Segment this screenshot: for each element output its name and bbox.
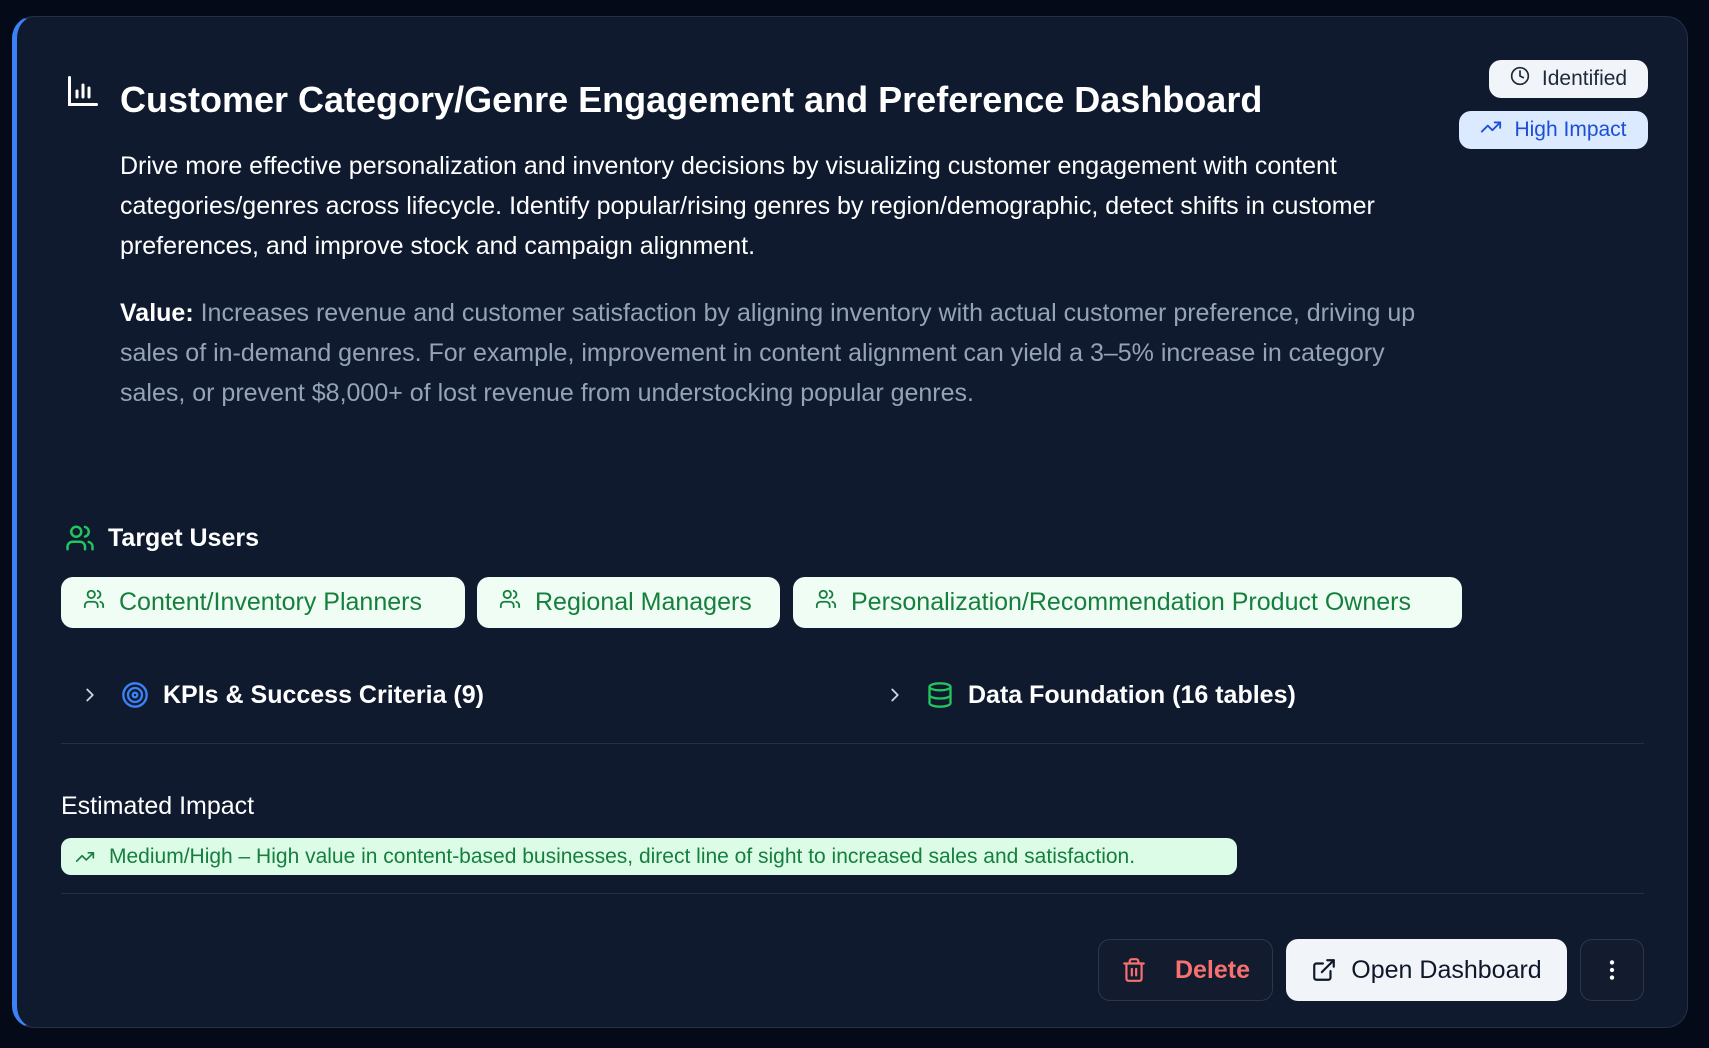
impact-badge-label: High Impact	[1514, 118, 1627, 141]
user-icon	[815, 588, 837, 617]
value-statement: Value: Increases revenue and customer sa…	[120, 293, 1450, 413]
status-badge-label: Identified	[1541, 67, 1628, 90]
divider	[61, 743, 1644, 744]
more-vertical-icon	[1599, 957, 1625, 983]
data-foundation-toggle[interactable]: Data Foundation (16 tables)	[884, 677, 1296, 713]
user-icon	[499, 588, 521, 617]
trash-icon	[1121, 957, 1147, 983]
estimated-impact-pill: Medium/High – High value in content-base…	[61, 838, 1237, 875]
bar-chart-icon	[65, 73, 101, 109]
card-title: Customer Category/Genre Engagement and P…	[120, 79, 1263, 120]
value-label: Value:	[120, 299, 194, 327]
target-user-chip-label: Personalization/Recommendation Product O…	[851, 588, 1411, 616]
target-icon	[121, 681, 149, 709]
trending-up-icon	[1480, 116, 1502, 144]
chevron-right-icon	[79, 684, 101, 706]
target-user-chip-label: Content/Inventory Planners	[119, 588, 422, 616]
database-icon	[926, 681, 954, 709]
more-options-button[interactable]	[1580, 939, 1644, 1001]
estimated-impact-text: Medium/High – High value in content-base…	[109, 844, 1136, 868]
kpis-toggle[interactable]: KPIs & Success Criteria (9)	[79, 677, 484, 713]
user-icon	[83, 588, 105, 617]
delete-button-label: Delete	[1174, 955, 1251, 984]
open-dashboard-button[interactable]: Open Dashboard	[1286, 939, 1567, 1001]
target-user-chip-label: Regional Managers	[535, 588, 752, 616]
divider	[61, 893, 1644, 894]
estimated-impact-title: Estimated Impact	[61, 792, 255, 820]
open-dashboard-label: Open Dashboard	[1351, 955, 1542, 984]
card-description: Drive more effective personalization and…	[120, 152, 1375, 260]
impact-badge: High Impact	[1459, 111, 1648, 149]
target-user-chip: Content/Inventory Planners	[61, 577, 465, 628]
status-badge: Identified	[1489, 60, 1648, 98]
trending-up-icon	[75, 847, 95, 867]
delete-button[interactable]: Delete	[1098, 939, 1273, 1001]
kpis-label: KPIs & Success Criteria (9)	[163, 680, 484, 709]
value-text: Increases revenue and customer satisfact…	[120, 299, 1416, 407]
data-foundation-label: Data Foundation (16 tables)	[968, 680, 1296, 709]
target-user-chip: Personalization/Recommendation Product O…	[793, 577, 1462, 628]
use-case-card: Customer Category/Genre Engagement and P…	[12, 16, 1688, 1028]
clock-icon	[1510, 66, 1530, 92]
users-icon	[65, 523, 95, 553]
target-users-title: Target Users	[108, 524, 259, 552]
target-user-chip: Regional Managers	[477, 577, 780, 628]
external-link-icon	[1311, 957, 1337, 983]
chevron-right-icon	[884, 684, 906, 706]
